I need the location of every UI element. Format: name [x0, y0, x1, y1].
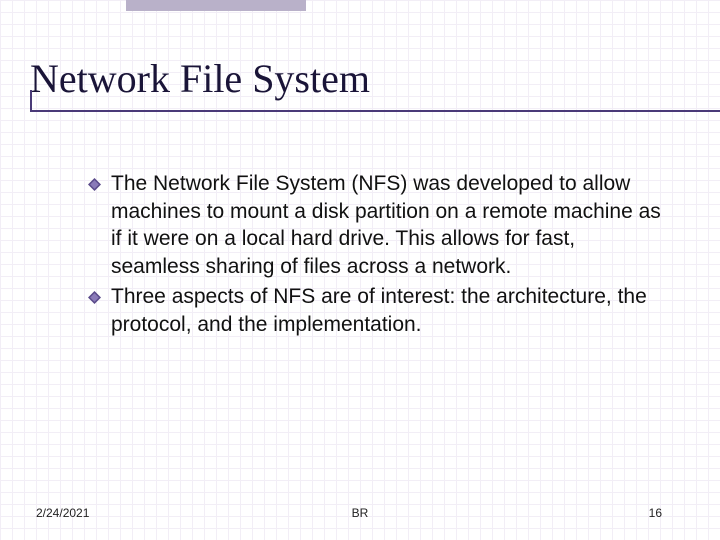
- footer-page-number: 16: [649, 506, 662, 520]
- slide: Network File System The Network File Sys…: [0, 0, 720, 540]
- diamond-bullet-icon: [88, 178, 101, 191]
- title-tick: [30, 90, 32, 112]
- slide-title: Network File System: [30, 58, 690, 110]
- list-item: Three aspects of NFS are of interest: th…: [88, 283, 662, 338]
- title-underline: [30, 110, 720, 112]
- title-area: Network File System: [30, 58, 690, 110]
- body-content: The Network File System (NFS) was develo…: [88, 170, 662, 340]
- footer: 2/24/2021 BR 16: [0, 500, 720, 520]
- bullet-text: The Network File System (NFS) was develo…: [111, 170, 662, 281]
- top-accent-bar: [126, 0, 306, 11]
- bullet-text: Three aspects of NFS are of interest: th…: [111, 283, 662, 338]
- diamond-bullet-icon: [88, 291, 101, 304]
- list-item: The Network File System (NFS) was develo…: [88, 170, 662, 281]
- footer-author: BR: [0, 506, 720, 520]
